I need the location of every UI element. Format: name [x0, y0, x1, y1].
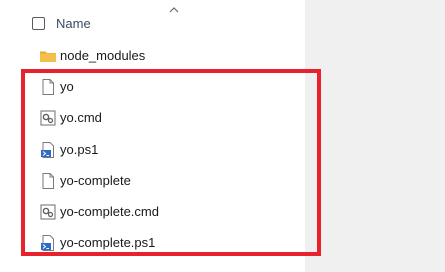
- file-name: yo-complete: [60, 173, 131, 188]
- name-column-header[interactable]: Name: [56, 16, 91, 31]
- file-icon: [42, 173, 54, 189]
- cmd-script-icon: [40, 110, 56, 126]
- folder-icon: [40, 51, 56, 62]
- sort-ascending-icon[interactable]: [169, 6, 179, 14]
- cmd-script-icon: [40, 204, 56, 220]
- list-item[interactable]: yo.cmd: [36, 105, 301, 131]
- file-name: node_modules: [60, 48, 146, 63]
- powershell-script-icon: [41, 235, 54, 251]
- file-name: yo-complete.cmd: [60, 204, 159, 219]
- list-item[interactable]: yo-complete.cmd: [36, 199, 301, 225]
- side-panel-background: [305, 0, 445, 272]
- list-item[interactable]: yo-complete: [36, 168, 301, 194]
- file-name: yo-complete.ps1: [60, 235, 156, 250]
- list-item[interactable]: yo-complete.ps1: [36, 230, 301, 256]
- list-item[interactable]: yo: [36, 74, 301, 100]
- list-item[interactable]: node_modules: [36, 43, 301, 69]
- file-name: yo: [60, 79, 74, 94]
- file-name: yo.ps1: [60, 142, 99, 157]
- file-list-pane: Name node_modules yo yo.cmd yo.ps1 yo-co…: [0, 0, 305, 272]
- list-item[interactable]: yo.ps1: [36, 137, 301, 163]
- file-name: yo.cmd: [60, 110, 102, 125]
- select-all-checkbox[interactable]: [32, 17, 45, 30]
- column-header: Name: [0, 0, 305, 46]
- powershell-script-icon: [41, 142, 54, 158]
- file-icon: [42, 79, 54, 95]
